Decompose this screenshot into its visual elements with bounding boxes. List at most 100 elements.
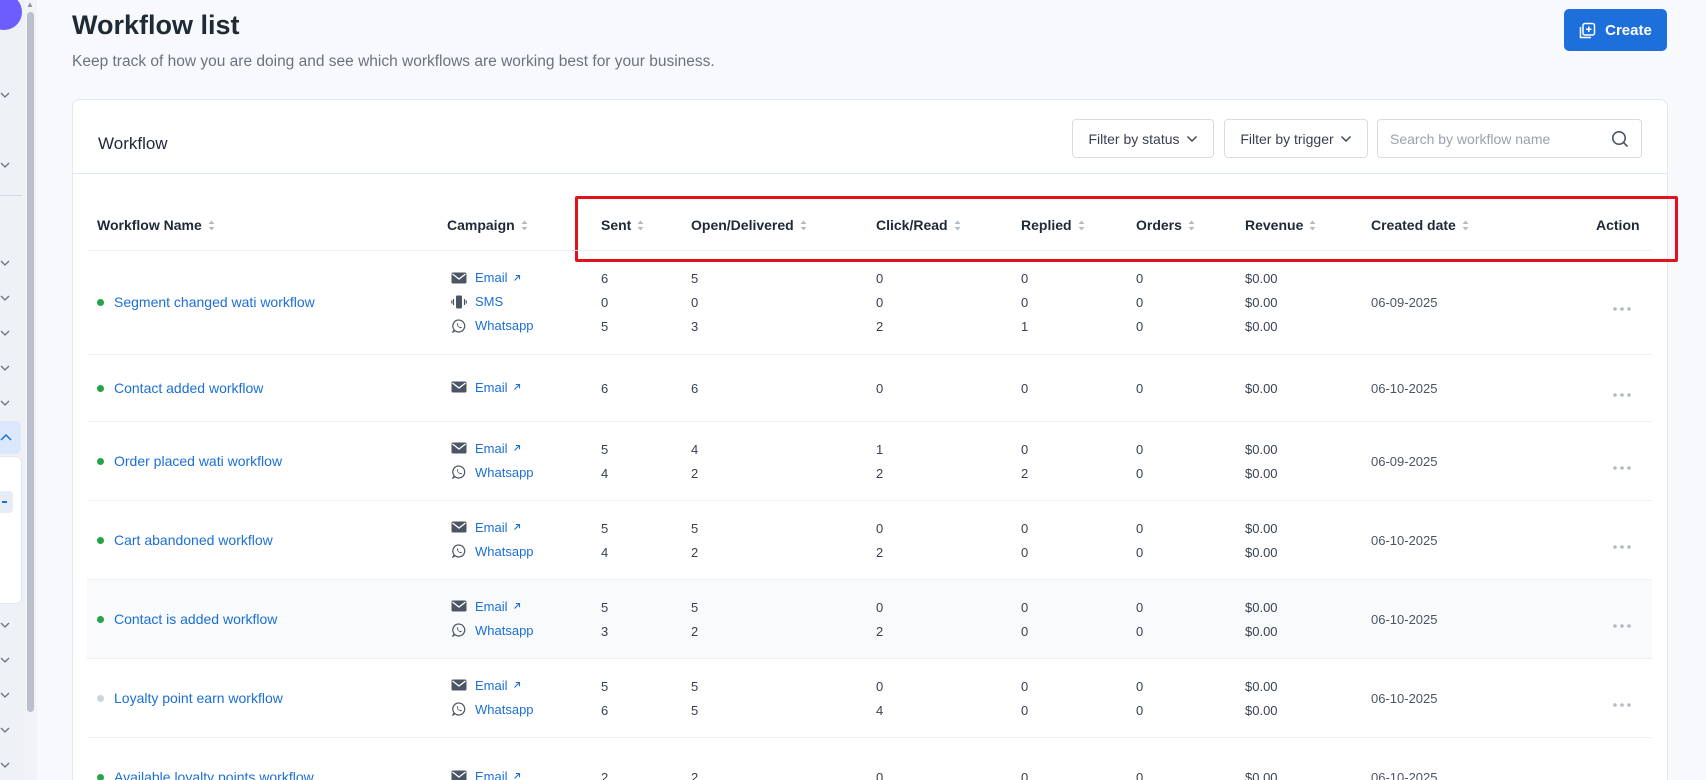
table-row[interactable]: Cart abandoned workflow Email 5 5 0 0 0 $0.00 Wh… [87,501,1652,580]
search-input[interactable] [1390,130,1611,147]
campaign-channel-link[interactable]: Whatsapp [451,702,534,717]
campaign-channel-link[interactable]: SMS [451,294,503,309]
cell-sent: 6 [601,702,609,718]
envelope-icon [451,441,467,455]
campaign-channel-link[interactable]: Whatsapp [451,318,534,333]
search-box[interactable] [1377,119,1642,158]
more-actions-icon[interactable] [1612,774,1632,780]
workflow-name-link[interactable]: Loyalty point earn workflow [114,690,283,706]
chevron-down-icon[interactable] [0,725,10,735]
campaign-channel-link[interactable]: Email [451,441,521,456]
cell-click: 4 [876,702,884,718]
card-header: Workflow Filter by status Filter by trig… [73,100,1667,174]
chevron-down-icon[interactable] [0,363,10,373]
campaign-channel-label: Email [475,270,508,285]
workflow-name-link[interactable]: Available loyalty points workflow [114,769,314,780]
cell-revenue: $0.00 [1245,702,1278,718]
created-date: 06-10-2025 [1371,611,1438,627]
campaign-channel-link[interactable]: Email [451,380,521,395]
chevron-down-icon[interactable] [0,398,10,408]
chevron-down-icon[interactable] [0,620,10,630]
filter-by-trigger-dropdown[interactable]: Filter by trigger [1224,119,1368,158]
campaign-channel-label: Email [475,379,508,395]
sidebar-item-active[interactable] [0,421,21,454]
cell-revenue: $0.00 [1245,319,1278,334]
cell-click: 2 [876,544,884,560]
more-actions-icon[interactable] [1612,695,1632,705]
more-actions-icon[interactable] [1612,385,1632,395]
scroll-up-arrow-icon[interactable]: ▲ [26,0,34,9]
campaign-channel-link[interactable]: Whatsapp [451,465,534,480]
table-row[interactable]: Available loyalty points workflow Email 2 2… [87,738,1652,780]
chevron-down-icon[interactable] [0,293,10,303]
campaign-channel-link[interactable]: Email [451,769,521,780]
sort-icon [208,220,215,230]
more-actions-icon[interactable] [1612,537,1632,547]
chevron-down-icon[interactable] [0,760,10,770]
cell-click: 2 [876,623,884,639]
cell-sent: 2 [601,769,609,780]
column-label: Campaign [447,217,515,233]
campaign-channel-link[interactable]: Email [451,520,521,535]
campaign-channel-link[interactable]: Whatsapp [451,623,534,638]
avatar[interactable] [0,0,22,30]
table-row[interactable]: Loyalty point earn workflow Email 5 5 0 0 0 $0.… [87,659,1652,738]
chevron-down-icon[interactable] [0,655,10,665]
cell-orders: 0 [1136,623,1144,639]
cell-sent: 4 [601,465,609,481]
external-link-icon [513,523,521,531]
chevron-down-icon[interactable] [0,160,10,170]
chevron-down-icon[interactable] [0,328,10,338]
filter-status-label: Filter by status [1088,130,1180,147]
sidebar-subitem-active[interactable] [0,491,13,513]
campaign-channel-link[interactable]: Email [451,270,521,285]
campaign-channel-label: Whatsapp [475,464,534,480]
created-date: 06-10-2025 [1371,380,1438,396]
workflow-name-link[interactable]: Order placed wati workflow [114,453,282,469]
external-link-icon [513,274,521,282]
created-date: 06-10-2025 [1371,769,1438,780]
external-link-icon [513,602,521,610]
filter-by-status-dropdown[interactable]: Filter by status [1072,119,1214,158]
campaign-channel-link[interactable]: Whatsapp [451,544,534,559]
created-date: 06-09-2025 [1371,295,1438,310]
table-row[interactable]: Segment changed wati workflow Email 6 5 0 0 0 $… [87,251,1652,355]
chevron-down-icon[interactable] [0,258,10,268]
search-icon[interactable] [1611,130,1629,148]
cell-click: 0 [876,599,884,615]
workflow-name-link[interactable]: Contact is added workflow [114,611,277,627]
cell-click: 0 [876,380,884,396]
cell-sent: 5 [601,441,609,457]
scroll-thumb[interactable] [27,12,34,712]
workflow-name-link[interactable]: Contact added workflow [114,380,263,396]
cell-replied: 0 [1021,271,1029,286]
campaign-channel-label: Whatsapp [475,543,534,559]
campaign-channel-link[interactable]: Email [451,599,521,614]
column-header-workflow-name[interactable]: Workflow Name [97,217,215,233]
cell-sent: 5 [601,319,609,334]
campaign-channel-link[interactable]: Email [451,678,521,693]
create-button[interactable]: Create [1564,9,1667,51]
cell-orders: 0 [1136,441,1144,457]
campaign-channel-label: Email [475,440,508,456]
sidebar-submenu [0,456,22,604]
table-row[interactable]: Contact added workflow Email 6 6 0 0 0 $0.00 06-… [87,355,1652,422]
more-actions-icon[interactable] [1612,458,1632,468]
campaign-channel-label: Whatsapp [475,622,534,638]
chevron-down-icon[interactable] [0,690,10,700]
cell-open: 6 [691,380,699,396]
table-row[interactable]: Contact is added workflow Email 5 5 0 0 0 $0.00… [87,580,1652,659]
table-row[interactable]: Order placed wati workflow Email 5 4 1 0 0 $0.0… [87,422,1652,501]
workflow-name-link[interactable]: Segment changed wati workflow [114,294,315,310]
workflow-name-link[interactable]: Cart abandoned workflow [114,532,273,548]
column-header-campaign[interactable]: Campaign [447,217,528,233]
cell-open: 5 [691,271,699,286]
cell-orders: 0 [1136,319,1144,334]
envelope-icon [451,769,467,780]
sidebar-scrollbar[interactable]: ▲ [25,0,37,780]
chevron-down-icon[interactable] [0,90,10,100]
whatsapp-icon [451,623,467,637]
cell-revenue: $0.00 [1245,544,1278,560]
more-actions-icon[interactable] [1612,299,1632,309]
more-actions-icon[interactable] [1612,616,1632,626]
